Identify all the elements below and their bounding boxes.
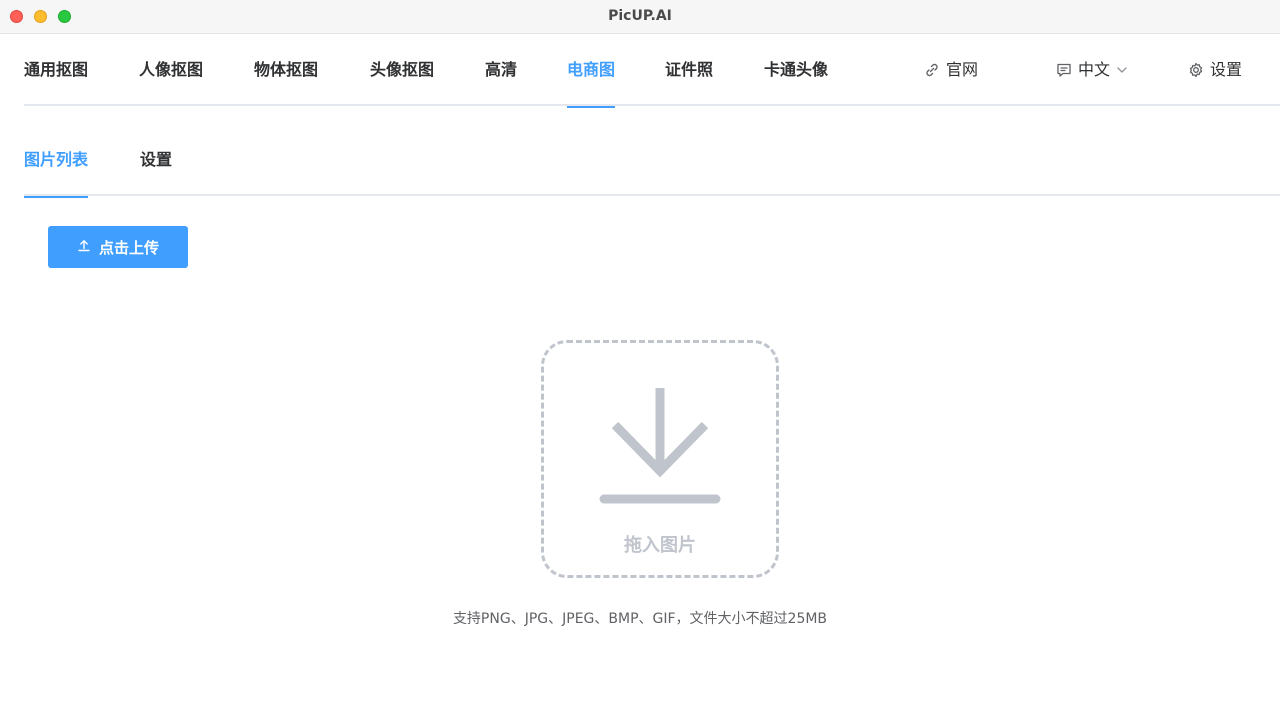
nav-item-object-cutout[interactable]: 物体抠图 (254, 34, 318, 106)
chevron-down-icon (1116, 64, 1128, 76)
nav-item-cartoon-avatar[interactable]: 卡通头像 (764, 34, 828, 106)
nav-item-avatar-cutout[interactable]: 头像抠图 (370, 34, 434, 106)
website-label: 官网 (946, 60, 979, 79)
window-title: PicUP.AI (608, 8, 672, 24)
settings-label: 设置 (1210, 60, 1243, 79)
settings-link[interactable]: 设置 (1188, 34, 1242, 106)
link-icon (924, 62, 940, 78)
dropzone-label: 拖入图片 (624, 535, 696, 556)
window-titlebar: PicUP.AI (0, 0, 1280, 34)
tab-settings[interactable]: 设置 (140, 106, 172, 196)
nav-item-general-cutout[interactable]: 通用抠图 (24, 34, 88, 106)
nav-item-ecommerce[interactable]: 电商图 (567, 34, 616, 108)
language-select[interactable]: 中文 (1056, 34, 1128, 106)
gear-icon (1188, 62, 1204, 78)
message-icon (1056, 62, 1072, 78)
top-navigation: 通用抠图 人像抠图 物体抠图 头像抠图 高清 电商图 证件照 卡通头像 官网 中… (24, 34, 1280, 108)
tab-image-list[interactable]: 图片列表 (24, 106, 89, 198)
upload-icon (77, 238, 91, 256)
sub-tabs: 图片列表 设置 (24, 106, 1280, 198)
nav-item-hd[interactable]: 高清 (485, 34, 517, 106)
upload-button-label: 点击上传 (98, 238, 159, 257)
upload-button[interactable]: 点击上传 (48, 226, 188, 268)
website-link[interactable]: 官网 (924, 34, 978, 106)
image-dropzone[interactable]: 拖入图片 (541, 340, 779, 578)
nav-item-portrait-cutout[interactable]: 人像抠图 (139, 34, 203, 106)
nav-item-id-photo[interactable]: 证件照 (665, 34, 713, 106)
language-label: 中文 (1078, 60, 1111, 79)
upload-format-hint: 支持PNG、JPG、JPEG、BMP、GIF，文件大小不超过25MB (452, 611, 828, 627)
